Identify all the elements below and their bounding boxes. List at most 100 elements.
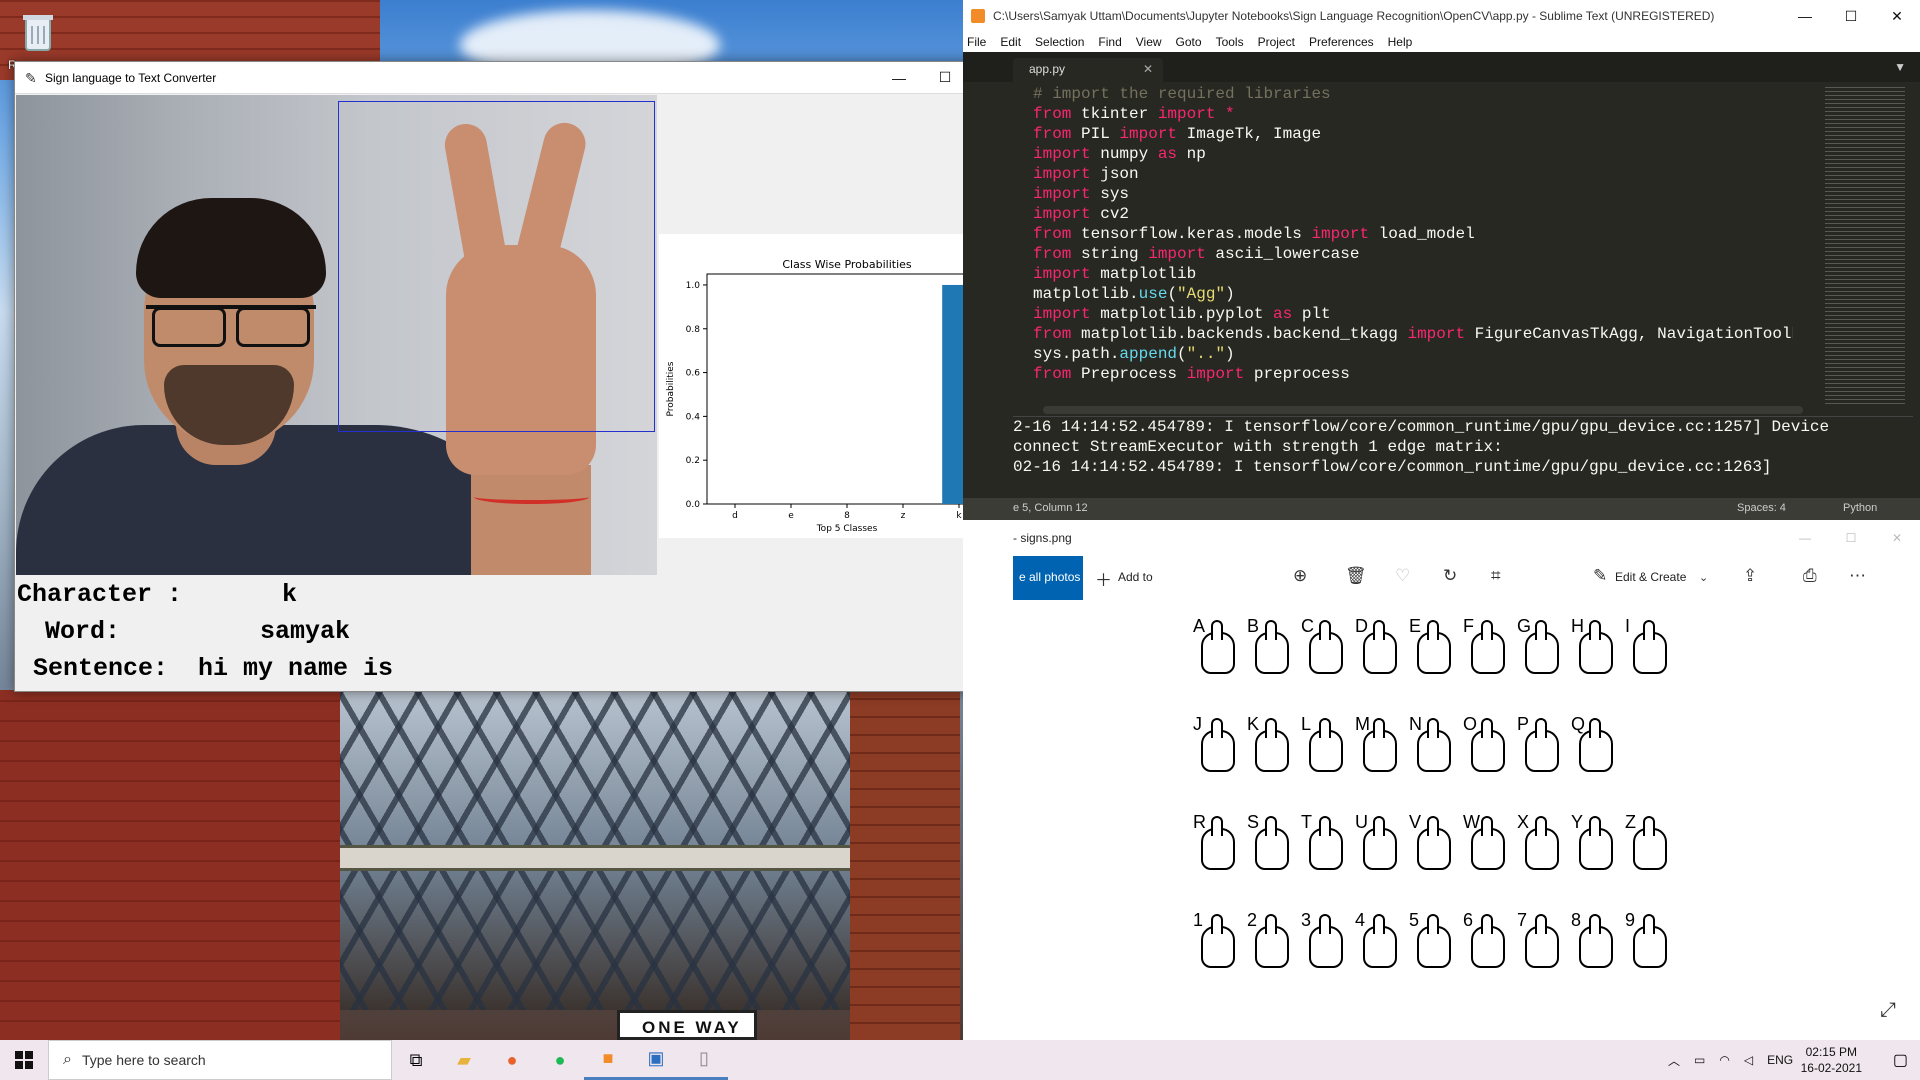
menu-help[interactable]: Help xyxy=(1388,35,1413,49)
indent-setting[interactable]: Spaces: 4 xyxy=(1737,502,1786,514)
search-box[interactable]: ⌕ Type here to search xyxy=(48,1040,392,1080)
sign-letter: 1 xyxy=(1193,910,1204,930)
wifi-icon[interactable]: ◠ xyxy=(1719,1053,1729,1067)
hand-sign-icon xyxy=(1363,816,1397,870)
hand-sign-icon xyxy=(1633,620,1667,674)
tab-label: app.py xyxy=(1029,62,1066,76)
photos-toolbar: e all photos ＋ Add to ⊕ 🗑 ♡ ↻ ⌗ ✎ Edit &… xyxy=(1013,556,1920,600)
menu-find[interactable]: Find xyxy=(1098,35,1121,49)
sign-cell: F xyxy=(1463,616,1511,674)
print-icon[interactable]: ⎙ xyxy=(1803,566,1817,586)
spotify-icon[interactable]: ● xyxy=(536,1040,584,1080)
notifications-icon[interactable]: ▢ xyxy=(1893,1050,1908,1070)
photos-title: - signs.png xyxy=(1013,531,1072,545)
syntax-setting[interactable]: Python xyxy=(1843,502,1877,514)
sign-cell: B xyxy=(1247,616,1295,674)
see-all-photos-button[interactable]: e all photos xyxy=(1013,556,1083,600)
photos-maximize-button[interactable]: ☐ xyxy=(1828,520,1874,556)
add-to-button[interactable]: Add to xyxy=(1118,570,1153,584)
edit-icon[interactable]: ✎ xyxy=(1593,566,1607,586)
start-button[interactable] xyxy=(0,1040,48,1080)
menu-tools[interactable]: Tools xyxy=(1216,35,1244,49)
delete-icon[interactable]: 🗑 xyxy=(1345,566,1367,586)
menu-goto[interactable]: Goto xyxy=(1176,35,1202,49)
menu-edit[interactable]: Edit xyxy=(1000,35,1021,49)
tab-app-py[interactable]: app.py ✕ xyxy=(1013,58,1163,82)
sign-letter: 3 xyxy=(1301,910,1312,930)
hand-sign-icon xyxy=(1417,718,1451,772)
character-value: k xyxy=(282,580,298,609)
x-tick-label: k xyxy=(956,511,962,521)
clock[interactable]: 02:15 PM 16-02-2021 xyxy=(1801,1044,1862,1076)
photos-minimize-button[interactable]: — xyxy=(1782,520,1828,556)
close-tab-icon[interactable]: ✕ xyxy=(1143,62,1153,76)
sign-letter: J xyxy=(1193,714,1202,734)
favorite-icon[interactable]: ♡ xyxy=(1395,566,1410,586)
hand-sign-icon xyxy=(1579,718,1613,772)
tk-app-window: ✎ Sign language to Text Converter — ☐ ✕ … xyxy=(14,61,1016,692)
x-tick-label: 8 xyxy=(844,511,850,521)
sublime-minimize-button[interactable]: — xyxy=(1782,0,1828,32)
sublime-taskbar-icon[interactable]: ■ xyxy=(584,1040,632,1080)
sign-letter: K xyxy=(1247,714,1260,734)
recycle-bin-icon[interactable] xyxy=(18,10,58,54)
zoom-icon[interactable]: ⊕ xyxy=(1293,566,1307,586)
minimap[interactable] xyxy=(1825,84,1905,404)
horizontal-scrollbar[interactable] xyxy=(1043,406,1803,414)
street-sign: ONE WAY xyxy=(617,1010,757,1040)
edit-create-button[interactable]: Edit & Create xyxy=(1615,570,1686,584)
y-tick-label: 0.0 xyxy=(686,500,701,510)
sign-cell: M xyxy=(1355,714,1403,772)
y-tick-label: 0.6 xyxy=(686,369,701,379)
sign-letter: 2 xyxy=(1247,910,1258,930)
expand-icon[interactable]: ⤢ xyxy=(1880,999,1896,1022)
add-icon[interactable]: ＋ xyxy=(1095,566,1112,591)
sign-cell: X xyxy=(1517,812,1565,870)
sign-cell: V xyxy=(1409,812,1457,870)
sign-cell: Y xyxy=(1571,812,1619,870)
tk-taskbar-icon[interactable]: ▯ xyxy=(680,1040,728,1080)
sign-letter: U xyxy=(1355,812,1368,832)
chart-title: Class Wise Probabilities xyxy=(782,258,912,271)
battery-icon[interactable]: ▭ xyxy=(1694,1053,1705,1067)
file-explorer-icon[interactable]: ▰ xyxy=(440,1040,488,1080)
hand-sign-icon xyxy=(1309,914,1343,968)
photos-taskbar-icon[interactable]: ▣ xyxy=(632,1040,680,1080)
hand-sign-icon xyxy=(1525,620,1559,674)
rotate-icon[interactable]: ↻ xyxy=(1443,566,1457,586)
hand-sign-icon xyxy=(1471,816,1505,870)
firefox-icon[interactable]: ● xyxy=(488,1040,536,1080)
x-tick-label: d xyxy=(732,511,738,521)
task-view-icon[interactable]: ⧉ xyxy=(392,1040,440,1080)
more-icon[interactable]: ⋯ xyxy=(1849,566,1866,586)
code-editor[interactable]: # import the required libraries from tki… xyxy=(1033,84,1793,404)
chevron-down-icon[interactable]: ⌄ xyxy=(1699,571,1708,584)
hand-sign-icon xyxy=(1363,914,1397,968)
sublime-close-button[interactable]: ✕ xyxy=(1874,0,1920,32)
language-indicator[interactable]: ENG xyxy=(1767,1053,1793,1067)
maximize-button[interactable]: ☐ xyxy=(922,62,968,94)
share-icon[interactable]: ⇪ xyxy=(1743,566,1757,586)
tab-dropdown-icon[interactable]: ▼ xyxy=(1894,60,1906,74)
photos-close-button[interactable]: ✕ xyxy=(1874,520,1920,556)
menu-view[interactable]: View xyxy=(1136,35,1162,49)
word-value: samyak xyxy=(260,617,351,646)
title-bar: ✎ Sign language to Text Converter — ☐ ✕ xyxy=(15,62,1014,94)
crop-icon[interactable]: ⌗ xyxy=(1491,566,1501,586)
menu-project[interactable]: Project xyxy=(1258,35,1295,49)
hand-sign-icon xyxy=(1255,914,1289,968)
y-axis-label: Probabilities xyxy=(666,361,676,416)
volume-icon[interactable]: ◁ xyxy=(1744,1053,1753,1067)
sign-cell: 8 xyxy=(1571,910,1619,968)
menu-file[interactable]: File xyxy=(967,35,986,49)
menu-selection[interactable]: Selection xyxy=(1035,35,1084,49)
chevron-up-icon[interactable]: ︿ xyxy=(1668,1052,1680,1069)
sentence-label: Sentence: xyxy=(33,654,169,683)
x-tick-label: z xyxy=(901,511,906,521)
minimize-button[interactable]: — xyxy=(876,62,922,94)
sign-letter: Y xyxy=(1571,812,1584,832)
sign-letter: 8 xyxy=(1571,910,1582,930)
sublime-maximize-button[interactable]: ☐ xyxy=(1828,0,1874,32)
sign-cell: A xyxy=(1193,616,1241,674)
menu-preferences[interactable]: Preferences xyxy=(1309,35,1374,49)
